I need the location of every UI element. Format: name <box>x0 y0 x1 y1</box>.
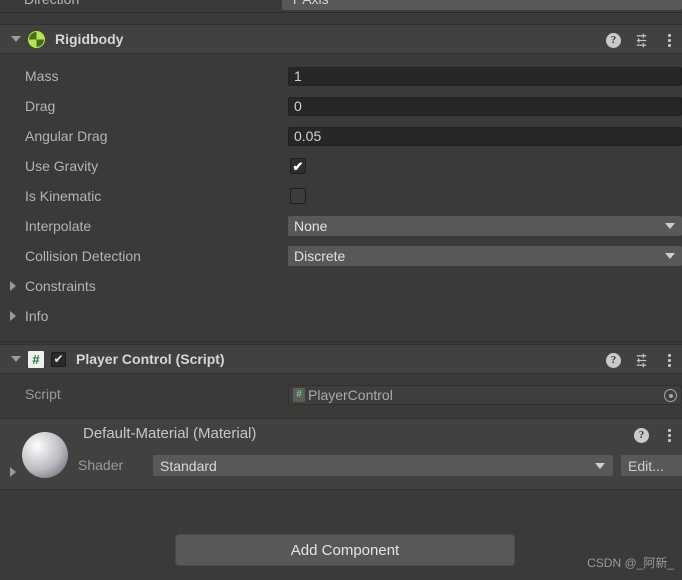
script-label: Script <box>25 386 61 402</box>
property-label: Info <box>25 308 49 324</box>
property-row-mass: Mass 1 <box>0 61 682 91</box>
rigidbody-title: Rigidbody <box>55 31 124 47</box>
info-foldout-arrow[interactable] <box>10 311 16 321</box>
cutoff-property-label: Direction <box>24 0 79 7</box>
angular-drag-value: 0.05 <box>294 128 322 144</box>
chevron-down-icon <box>665 223 675 229</box>
material-inspector-block: Default-Material (Material) Shader Stand… <box>0 418 682 490</box>
divider <box>0 341 682 342</box>
cutoff-property-value: Y Axis <box>290 0 329 7</box>
material-foldout-arrow[interactable] <box>10 467 16 477</box>
csharp-script-icon: # <box>293 388 305 402</box>
drag-input[interactable]: 0 <box>288 96 682 116</box>
rigidbody-component-header[interactable]: Rigidbody ? <box>0 24 682 54</box>
inspector-panel: Direction Y Axis Rigidbody ? <box>0 0 682 580</box>
property-row-constraints[interactable]: Constraints <box>0 271 682 301</box>
spacer <box>0 13 682 24</box>
presets-icon[interactable] <box>634 33 649 48</box>
script-value: PlayerControl <box>308 387 393 403</box>
presets-icon[interactable] <box>634 353 649 368</box>
material-title: Default-Material (Material) <box>83 425 257 442</box>
angular-drag-input[interactable]: 0.05 <box>288 126 682 146</box>
property-label: Mass <box>25 68 59 84</box>
rigidbody-header-icons: ? <box>606 25 676 55</box>
material-sphere-preview-icon <box>22 432 68 478</box>
mass-value: 1 <box>294 68 302 84</box>
help-icon[interactable]: ? <box>606 352 621 368</box>
cutoff-property-dropdown[interactable] <box>282 0 682 10</box>
object-picker-icon[interactable] <box>664 389 677 402</box>
property-label: Drag <box>25 98 56 114</box>
property-label: Is Kinematic <box>25 188 102 204</box>
property-label: Interpolate <box>25 218 92 234</box>
property-row-collision-detection: Collision Detection Discrete <box>0 241 682 271</box>
rigidbody-foldout-arrow[interactable] <box>6 36 26 42</box>
checkmark-icon: ✔ <box>53 352 64 366</box>
property-row-use-gravity: Use Gravity ✔ <box>0 151 682 181</box>
player-control-enabled-checkbox[interactable]: ✔ <box>51 351 66 367</box>
player-control-header-icons: ? <box>606 345 676 375</box>
player-control-title: Player Control (Script) <box>76 351 225 367</box>
script-object-field[interactable]: # PlayerControl <box>288 385 682 405</box>
property-label: Collision Detection <box>25 248 141 264</box>
property-label: Use Gravity <box>25 158 99 174</box>
property-row-drag: Drag 0 <box>0 91 682 121</box>
kebab-menu-icon[interactable] <box>662 352 676 368</box>
property-label: Angular Drag <box>25 128 108 144</box>
interpolate-value: None <box>294 218 328 234</box>
help-icon[interactable]: ? <box>634 427 649 443</box>
add-component-button[interactable]: Add Component <box>175 534 515 566</box>
property-label: Constraints <box>25 278 96 294</box>
drag-value: 0 <box>294 98 302 114</box>
is-kinematic-checkbox[interactable] <box>290 188 306 204</box>
use-gravity-checkbox[interactable]: ✔ <box>290 158 306 174</box>
property-row-interpolate: Interpolate None <box>0 211 682 241</box>
player-control-component-header[interactable]: # ✔ Player Control (Script) ? <box>0 344 682 374</box>
mass-input[interactable]: 1 <box>288 66 682 86</box>
kebab-menu-icon[interactable] <box>662 32 676 48</box>
shader-value: Standard <box>160 457 217 474</box>
chevron-down-icon <box>595 462 605 469</box>
edit-shader-button[interactable]: Edit... <box>621 455 682 476</box>
help-icon[interactable]: ? <box>606 32 621 48</box>
chevron-down-icon <box>665 253 675 259</box>
material-header-icons: ? <box>634 427 676 443</box>
checkmark-icon: ✔ <box>292 158 304 174</box>
edit-button-label: Edit... <box>628 457 664 474</box>
csharp-script-icon: # <box>28 350 44 368</box>
property-row-angular-drag: Angular Drag 0.05 <box>0 121 682 151</box>
property-row-info[interactable]: Info <box>0 301 682 331</box>
shader-label: Shader <box>78 457 124 473</box>
watermark-text: CSDN @_阿新_ <box>587 556 674 570</box>
add-component-label: Add Component <box>290 541 400 559</box>
shader-dropdown[interactable]: Standard <box>153 455 613 476</box>
script-reference-row: Script # PlayerControl <box>0 380 682 410</box>
constraints-foldout-arrow[interactable] <box>10 281 16 291</box>
player-control-foldout-arrow[interactable] <box>6 356 26 362</box>
collision-detection-value: Discrete <box>294 248 346 264</box>
cutoff-property-row: Direction Y Axis <box>0 0 682 12</box>
property-row-is-kinematic: Is Kinematic <box>0 181 682 211</box>
rigidbody-icon <box>28 30 45 48</box>
collision-detection-dropdown[interactable]: Discrete <box>288 246 682 266</box>
kebab-menu-icon[interactable] <box>662 427 676 443</box>
interpolate-dropdown[interactable]: None <box>288 216 682 236</box>
